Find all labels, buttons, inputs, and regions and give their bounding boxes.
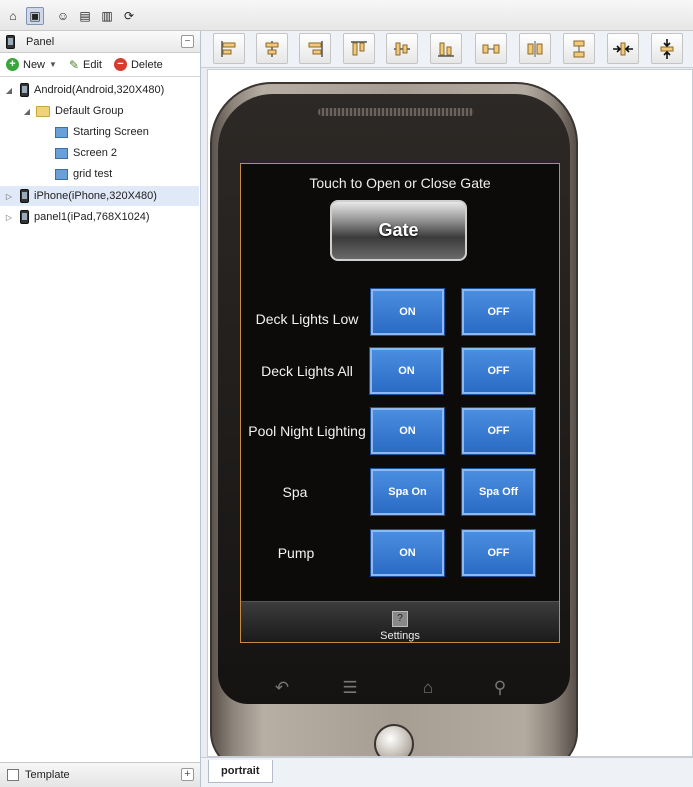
pool-night-lighting-label: Pool Night Lighting xyxy=(248,423,366,439)
tree-item-label: grid test xyxy=(73,168,113,180)
panel-sidebar: Panel − + New ▼ ✎ Edit − Delete ◢ Androi… xyxy=(0,31,201,787)
screen-icon xyxy=(55,147,68,159)
spa-off-button[interactable]: Spa Off xyxy=(462,469,535,515)
trackball xyxy=(374,724,414,756)
library-icon[interactable]: ▥ xyxy=(98,7,116,25)
pump-on-button[interactable]: ON xyxy=(371,530,444,576)
expand-toggle-icon[interactable]: ◢ xyxy=(22,107,32,116)
phone-icon xyxy=(6,34,15,49)
align-bottom-icon[interactable] xyxy=(430,33,462,64)
project-icon[interactable]: ▣ xyxy=(26,7,44,25)
tree-item-label: Starting Screen xyxy=(73,126,149,138)
tree-item-starting-screen[interactable]: Starting Screen xyxy=(0,122,199,142)
deck-lights-all-label: Deck Lights All xyxy=(261,363,353,379)
align-top-icon[interactable] xyxy=(343,33,375,64)
template-section[interactable]: Template + xyxy=(0,762,200,787)
spa-on-button[interactable]: Spa On xyxy=(371,469,444,515)
align-middle-icon[interactable] xyxy=(386,33,418,64)
main-toolbar: ⌂ ▣ ☺ ▤ ▥ ⟳ xyxy=(0,0,693,31)
pool-night-lighting-on-button[interactable]: ON xyxy=(371,408,444,454)
menu-icon[interactable]: ☰ xyxy=(338,676,362,700)
deck-lights-all-off-button[interactable]: OFF xyxy=(462,348,535,394)
expand-template-button[interactable]: + xyxy=(181,768,194,781)
tree-item-label: Screen 2 xyxy=(73,147,118,159)
collapse-button[interactable]: − xyxy=(181,35,194,48)
pump-off-button[interactable]: OFF xyxy=(462,530,535,576)
new-label: New xyxy=(23,58,46,71)
phone-icon xyxy=(20,83,29,97)
distribute-center-icon[interactable] xyxy=(519,33,551,64)
phone-face: Touch to Open or Close Gate Gate Deck Li… xyxy=(218,94,570,704)
deck-lights-low-on-button[interactable]: ON xyxy=(371,289,444,335)
spa-label: Spa xyxy=(282,484,308,500)
settings-icon[interactable]: ? xyxy=(392,611,408,627)
back-icon[interactable]: ↶ xyxy=(270,676,294,700)
deck-lights-low-off-button[interactable]: OFF xyxy=(462,289,535,335)
align-toolbar xyxy=(201,31,693,68)
phone-icon xyxy=(20,189,29,203)
orientation-tabs: portrait xyxy=(201,757,693,787)
tree-item-label: panel1(iPad,768X1024) xyxy=(34,211,150,223)
save-icon[interactable]: ▤ xyxy=(76,7,94,25)
delete-label: Delete xyxy=(130,58,163,71)
new-button[interactable]: + New ▼ xyxy=(6,58,57,71)
tree-item-iphone[interactable]: ▷ iPhone(iPhone,320X480) xyxy=(0,186,199,206)
tree-item-label: Default Group xyxy=(55,105,124,117)
settings-label: Settings xyxy=(380,630,420,642)
search-icon[interactable]: ⚲ xyxy=(488,676,512,700)
tree-item-label: iPhone(iPhone,320X480) xyxy=(34,190,157,202)
template-label: Template xyxy=(25,769,70,781)
tree-item-default-group[interactable]: ◢ Default Group xyxy=(0,101,199,121)
screen-icon xyxy=(55,168,68,180)
tab-portrait[interactable]: portrait xyxy=(208,760,273,783)
deck-lights-low-label: Deck Lights Low xyxy=(255,311,359,327)
align-left-icon[interactable] xyxy=(213,33,245,64)
tree-item-label: Android(Android,320X480) xyxy=(34,84,165,96)
expand-toggle-icon[interactable]: ▷ xyxy=(4,213,14,222)
compress-vertical-icon[interactable] xyxy=(651,33,683,64)
android-softkeys: ↶ ☰ ⌂ ⚲ xyxy=(218,668,570,708)
speaker-grille xyxy=(318,108,474,116)
edit-label: Edit xyxy=(83,58,102,71)
settings-tab-bar[interactable]: ? Settings xyxy=(241,601,559,642)
tree-item-panel1[interactable]: ▷ panel1(iPad,768X1024) xyxy=(0,207,199,227)
tree-item-grid-test[interactable]: grid test xyxy=(0,164,199,184)
expand-toggle-icon[interactable]: ▷ xyxy=(4,192,14,201)
android-phone-frame: Touch to Open or Close Gate Gate Deck Li… xyxy=(210,82,578,756)
design-canvas[interactable]: Touch to Open or Close Gate Gate Deck Li… xyxy=(207,69,693,757)
home-key-icon[interactable]: ⌂ xyxy=(416,676,440,700)
device-screen[interactable]: Touch to Open or Close Gate Gate Deck Li… xyxy=(240,163,560,643)
gate-button[interactable]: Gate xyxy=(330,200,467,261)
panel-actions: + New ▼ ✎ Edit − Delete xyxy=(0,53,200,77)
gate-instruction-text: Touch to Open or Close Gate xyxy=(309,175,491,191)
delete-button[interactable]: − Delete xyxy=(113,58,163,71)
edit-button[interactable]: ✎ Edit xyxy=(69,58,102,72)
align-center-horizontal-icon[interactable] xyxy=(256,33,288,64)
refresh-icon[interactable]: ⟳ xyxy=(120,7,138,25)
distribute-vertical-icon[interactable] xyxy=(563,33,595,64)
template-icon xyxy=(7,769,19,781)
design-workspace: Touch to Open or Close Gate Gate Deck Li… xyxy=(201,31,693,787)
pump-label: Pump xyxy=(277,545,315,561)
screen-icon xyxy=(55,126,68,138)
panel-title: Panel xyxy=(26,35,55,48)
user-icon[interactable]: ☺ xyxy=(54,7,72,25)
delete-icon: − xyxy=(113,58,127,71)
deck-lights-all-on-button[interactable]: ON xyxy=(370,348,443,394)
distribute-horizontal-icon[interactable] xyxy=(475,33,507,64)
tree-item-screen-2[interactable]: Screen 2 xyxy=(0,143,199,163)
compress-horizontal-icon[interactable] xyxy=(607,33,639,64)
edit-icon: ✎ xyxy=(68,57,79,72)
pool-night-lighting-off-button[interactable]: OFF xyxy=(462,408,535,454)
panel-header: Panel − xyxy=(0,31,200,53)
add-icon: + xyxy=(6,58,19,71)
align-right-icon[interactable] xyxy=(299,33,331,64)
phone-icon xyxy=(20,210,29,224)
chevron-down-icon[interactable]: ▼ xyxy=(49,60,57,69)
home-icon[interactable]: ⌂ xyxy=(4,7,22,25)
folder-icon xyxy=(36,105,50,117)
tree-item-android[interactable]: ◢ Android(Android,320X480) xyxy=(0,80,199,100)
expand-toggle-icon[interactable]: ◢ xyxy=(4,86,14,95)
